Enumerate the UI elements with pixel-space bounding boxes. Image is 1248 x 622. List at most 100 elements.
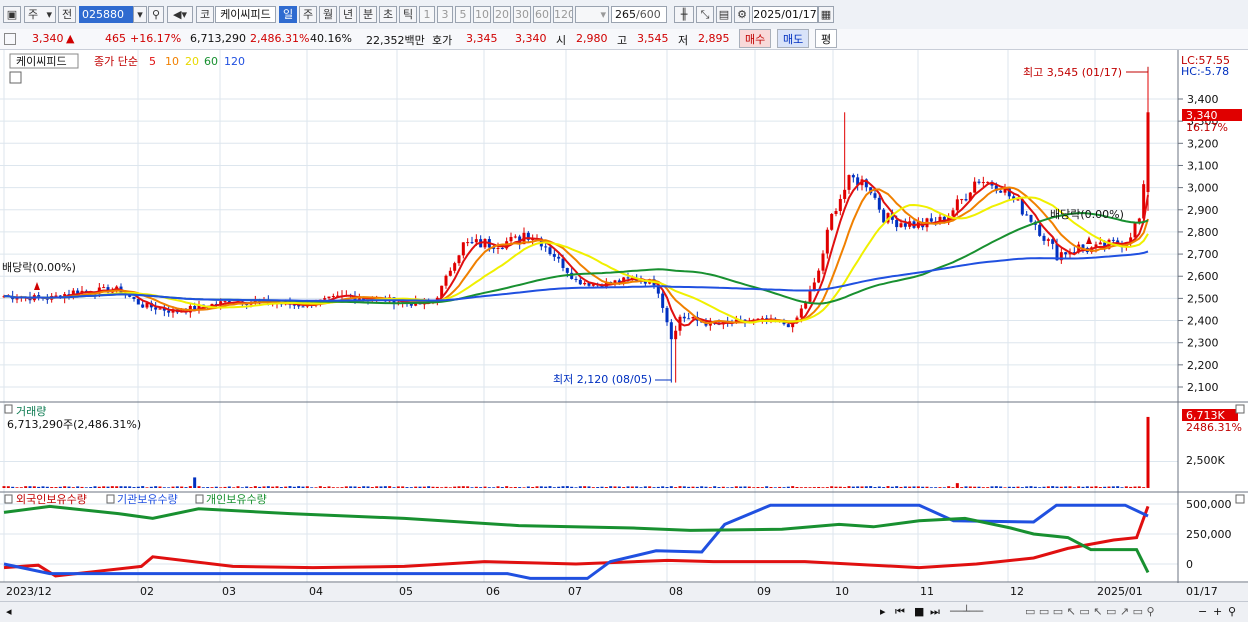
interval-10[interactable]: 10 [473,6,491,23]
volume-bar [925,486,929,488]
volume-bar [301,486,305,488]
zoom-in-icon[interactable]: + [1213,605,1222,618]
code-dropdown[interactable]: ▾ [133,6,147,23]
zoom-slider[interactable]: ──┴── [950,605,983,618]
price-tick-label: 3,000 [1187,182,1219,195]
interval-3[interactable]: 3 [437,6,453,23]
grid-icon[interactable]: ▤ [716,6,732,23]
volume-bar [457,486,461,488]
eval-button[interactable]: 평 [815,29,838,48]
volume-bar [76,486,80,488]
candle-body [331,296,335,298]
volume-bar [97,486,101,488]
stop-icon[interactable]: ■ [914,605,924,618]
candle-body [899,223,903,228]
volume-bar [93,486,97,488]
volume-bar [1103,486,1107,488]
interval-1[interactable]: 1 [419,6,435,23]
volume-panel-close-icon[interactable] [1235,404,1245,414]
volume-bar [119,486,123,488]
volume-bar [266,486,270,488]
volume-bar [193,477,197,488]
candle-body [102,287,106,289]
volume-bar [1137,486,1141,488]
period-month[interactable]: 월 [319,6,337,23]
calendar-icon[interactable]: ▦ [818,6,834,23]
volume-bar [1107,486,1111,488]
scroll-right-icon[interactable]: ▸ [880,605,886,618]
layout-icons[interactable]: ▭ ▭ ▭ ↖ ▭ ↖ ▭ ↗ ▭ ⚲ [1025,605,1155,618]
period-minute[interactable]: 분 [359,6,377,23]
speaker-icon[interactable]: ◀▾ [167,6,193,23]
volume-bar [626,486,630,488]
stock-name: 케이씨피드 [215,6,276,23]
price-tick-label: 2,400 [1187,315,1219,328]
period-year[interactable]: 년 [339,6,357,23]
holdings-panel-icon[interactable] [4,494,13,504]
market-select[interactable]: 주 ▾ [24,6,56,23]
rewind-icon[interactable]: ⏮ [895,605,905,619]
volume-bar [253,486,257,488]
scroll-bar[interactable]: ◂ ▸ ⏮ ■ ⏭ ──┴── ▭ ▭ ▭ ↖ ▭ ↖ ▭ ↗ ▭ ⚲ − + … [0,601,1248,622]
volume-bar [249,487,253,488]
holdings-tick-label: 500,000 [1186,498,1232,511]
candle-icon[interactable]: ╫ [674,6,694,23]
interval-20[interactable]: 20 [493,6,511,23]
volume-panel-icon[interactable] [4,404,13,414]
window-icon [4,33,16,45]
volume-bar [747,486,751,488]
volume-bar [1111,486,1115,488]
interval-60[interactable]: 60 [533,6,551,23]
volume-bar [630,486,634,488]
count-input[interactable]: 265/600 [611,6,667,23]
volume-bar [552,487,556,488]
sell-button[interactable]: 매도 [777,29,810,48]
volume-bar [258,486,262,488]
buy-button[interactable]: 매수 [739,29,772,48]
candle-body [977,181,981,183]
volume-bar [682,486,686,488]
volume-bar [89,487,93,488]
volume-bar [570,486,574,488]
search-icon[interactable]: ⚲ [1228,605,1236,618]
date-input[interactable]: 2025/01/17 [752,6,818,23]
table-icon[interactable] [9,71,22,84]
volume-bar [453,486,457,488]
interval-30[interactable]: 30 [513,6,531,23]
search-icon[interactable]: ⚲ [148,6,164,23]
volume-bar [522,487,526,488]
prev-button[interactable]: 전 [58,6,76,23]
period-week[interactable]: 주 [299,6,317,23]
volume-bar [695,486,699,488]
volume-bar [613,486,617,488]
interval-5[interactable]: 5 [455,6,471,23]
volume-bar [418,486,422,488]
volume-bar [357,486,361,488]
volume-value: 6,713,290 [190,32,246,45]
draw-tool-icon[interactable]: ⤡ [696,6,714,23]
candle-body [847,175,851,190]
volume-bar [1038,487,1042,488]
gear-icon[interactable]: ⚙ [734,6,750,23]
volume-pct: 2,486.31% [250,32,310,45]
zoom-out-icon[interactable]: − [1198,605,1207,618]
volume-bar [180,486,184,488]
code-input[interactable]: 025880 [79,6,133,23]
stock-chart[interactable]: 케이씨피드 종가 단순 5 10 20 60 120 2,1002,2002,3… [0,50,1248,601]
interval-120[interactable]: 120 [553,6,573,23]
price-tick-label: 3,100 [1187,159,1219,172]
fast-forward-icon[interactable]: ⏭ [930,605,940,619]
scroll-left-icon[interactable]: ◂ [6,605,12,618]
candle-body [960,199,964,201]
period-second[interactable]: 초 [379,6,397,23]
volume-bar [396,486,400,488]
period-tick[interactable]: 틱 [399,6,417,23]
price-change: 465 [105,32,126,45]
period-day[interactable]: 일 [279,6,297,23]
volume-bar [561,486,565,488]
name-code-button[interactable]: 코 [196,6,214,23]
interval-input[interactable]: ▾ [575,6,609,23]
volume-bar [392,487,396,488]
window-icon[interactable]: ▣ [3,6,21,23]
holdings-panel-close-icon[interactable] [1235,494,1245,504]
